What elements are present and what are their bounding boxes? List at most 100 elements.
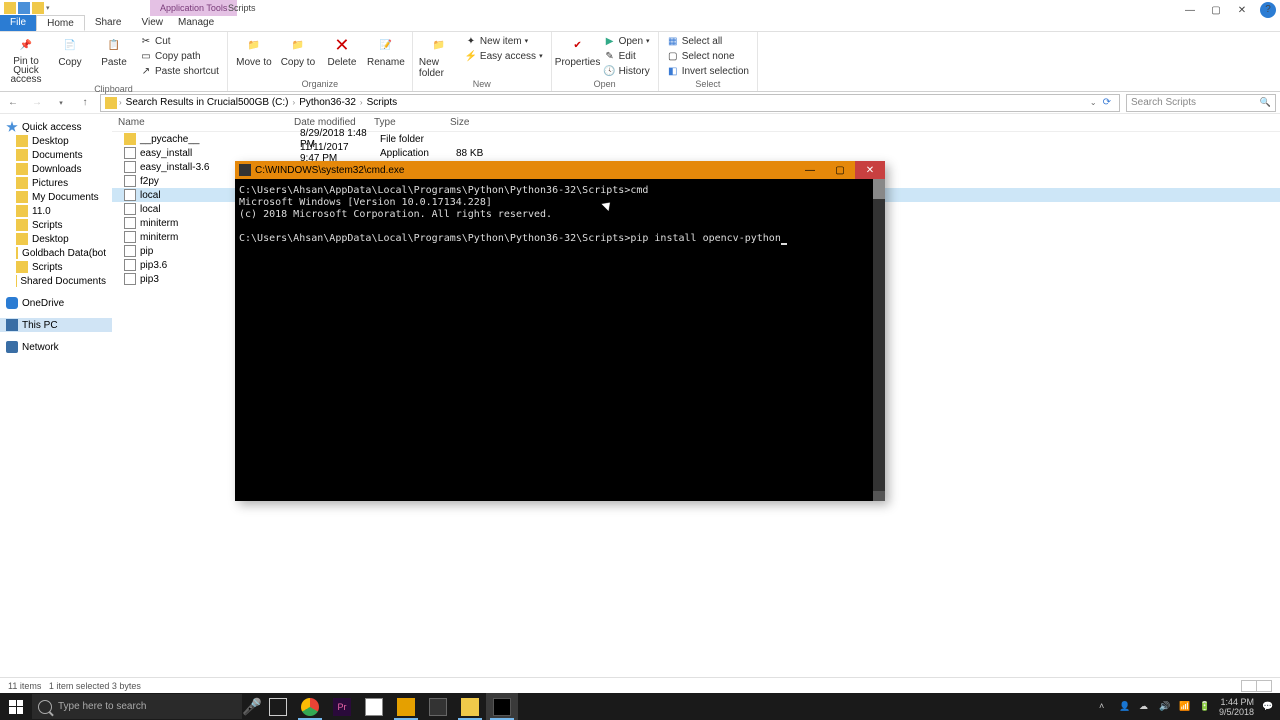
nav-item[interactable]: Goldbach Data(bot [0,246,112,260]
tray-up-icon[interactable]: ˄ [1099,701,1111,713]
taskbar-app-notepad[interactable] [358,693,390,720]
properties-button[interactable]: ✔Properties [558,34,598,68]
chevron-right-icon[interactable]: › [119,98,122,107]
copy-path-button[interactable]: ▭Copy path [138,49,221,63]
cut-button[interactable]: ✂Cut [138,34,221,48]
nav-this-pc[interactable]: This PC [0,318,112,332]
nav-item[interactable]: Desktop [0,134,112,148]
clock[interactable]: 1:44 PM9/5/2018 [1219,697,1254,717]
tab-home[interactable]: Home [36,15,85,31]
select-none-button[interactable]: ▢Select none [665,49,751,63]
col-name[interactable]: Name [112,117,288,128]
chevron-right-icon[interactable]: › [360,98,363,107]
taskbar-app-calc[interactable] [422,693,454,720]
folder-icon [32,2,44,14]
new-folder-button[interactable]: 📁New folder [419,34,459,79]
select-all-button[interactable]: ▦Select all [665,34,751,48]
task-view-button[interactable] [262,693,294,720]
breadcrumb[interactable]: › Search Results in Crucial500GB (C:) › … [100,94,1120,112]
search-placeholder: Search Scripts [1131,97,1196,108]
copy-to-button[interactable]: 📁Copy to [278,34,318,68]
refresh-button[interactable]: ⟳ [1099,97,1115,108]
scroll-thumb[interactable] [873,179,885,199]
tray-people-icon[interactable]: 👤 [1119,701,1131,713]
search-icon[interactable]: 🔍 [1260,97,1271,108]
taskbar-app-mail[interactable] [390,693,422,720]
col-size[interactable]: Size [444,117,494,128]
invert-selection-button[interactable]: ◧Invert selection [665,64,751,78]
cmd-scrollbar[interactable] [873,179,885,501]
recent-button[interactable]: ▾ [52,94,70,112]
rename-button[interactable]: 📝Rename [366,34,406,68]
breadcrumb-seg[interactable]: Search Results in Crucial500GB (C:) [124,97,291,108]
file-row[interactable]: __pycache__8/29/2018 1:48 PMFile folder [112,132,1280,146]
nav-quick-access[interactable]: Quick access [0,120,112,134]
cmd-window[interactable]: C:\WINDOWS\system32\cmd.exe — ▢ ✕ C:\Use… [235,161,885,501]
tab-share[interactable]: Share [85,15,132,31]
pin-to-quick-access-button[interactable]: 📌Pin to Quick access [6,34,46,84]
cmd-titlebar[interactable]: C:\WINDOWS\system32\cmd.exe — ▢ ✕ [235,161,885,179]
tray-network-icon[interactable]: 📶 [1179,701,1191,713]
breadcrumb-seg[interactable]: Scripts [365,97,400,108]
minimize-button[interactable]: — [1182,2,1198,18]
chevron-down-icon[interactable]: ⌄ [1090,98,1097,107]
maximize-button[interactable]: ▢ [1208,2,1224,18]
cmd-minimize-button[interactable]: — [795,161,825,179]
tray-battery-icon[interactable]: 🔋 [1199,701,1211,713]
action-center-icon[interactable]: 💬 [1262,701,1274,713]
cortana-mic-icon[interactable]: 🎤 [242,697,262,717]
tray-volume-icon[interactable]: 🔊 [1159,701,1171,713]
back-button[interactable]: ← [4,94,22,112]
easy-access-button[interactable]: ⚡Easy access▾ [463,49,545,63]
nav-item[interactable]: Shared Documents [0,274,112,288]
tab-manage[interactable]: Manage [168,15,224,31]
nav-network[interactable]: Network [0,340,112,354]
taskbar-app-premiere[interactable]: Pr [326,693,358,720]
up-button[interactable]: ↑ [76,94,94,112]
paste-button[interactable]: 📋Paste [94,34,134,68]
nav-item[interactable]: Scripts [0,218,112,232]
nav-item[interactable]: Downloads [0,162,112,176]
help-icon[interactable]: ? [1260,2,1276,18]
search-input[interactable]: Search Scripts 🔍 [1126,94,1276,112]
start-button[interactable] [0,693,32,720]
copy-button[interactable]: 📄Copy [50,34,90,68]
chevron-right-icon[interactable]: › [293,98,296,107]
nav-item[interactable]: Scripts [0,260,112,274]
taskbar-app-cmd[interactable] [486,693,518,720]
nav-item[interactable]: Desktop [0,232,112,246]
taskbar-app-explorer[interactable] [454,693,486,720]
nav-item[interactable]: Pictures [0,176,112,190]
nav-item[interactable]: 11.0 [0,204,112,218]
scroll-down-icon[interactable] [873,491,885,501]
col-date[interactable]: Date modified [288,117,368,128]
col-type[interactable]: Type [368,117,444,128]
window-title: Scripts [220,0,264,16]
file-row[interactable]: easy_install11/11/2017 9:47 PMApplicatio… [112,146,1280,160]
tray-onedrive-icon[interactable]: ☁ [1139,701,1151,713]
taskbar-app-chrome[interactable] [294,693,326,720]
details-view-button[interactable] [1241,680,1257,692]
tab-file[interactable]: File [0,15,36,31]
paste-shortcut-button[interactable]: ↗Paste shortcut [138,64,221,78]
cmd-maximize-button[interactable]: ▢ [825,161,855,179]
edit-button[interactable]: ✎Edit [602,49,652,63]
open-button[interactable]: ▶Open▾ [602,34,652,48]
move-to-button[interactable]: 📁Move to [234,34,274,68]
cmd-output[interactable]: C:\Users\Ahsan\AppData\Local\Programs\Py… [235,179,873,501]
breadcrumb-seg[interactable]: Python36-32 [297,97,358,108]
history-button[interactable]: 🕓History [602,64,652,78]
move-icon: 📁 [243,34,265,56]
forward-button[interactable]: → [28,94,46,112]
delete-button[interactable]: ✕Delete [322,34,362,68]
close-button[interactable]: ✕ [1234,2,1250,18]
tab-view[interactable]: View [132,15,174,31]
qat-dropdown-icon[interactable]: ▾ [46,4,50,12]
nav-onedrive[interactable]: OneDrive [0,296,112,310]
nav-item[interactable]: Documents [0,148,112,162]
cmd-close-button[interactable]: ✕ [855,161,885,179]
taskbar-search[interactable]: Type here to search [32,694,242,719]
new-item-button[interactable]: ✦New item▾ [463,34,545,48]
icons-view-button[interactable] [1256,680,1272,692]
nav-item[interactable]: My Documents [0,190,112,204]
